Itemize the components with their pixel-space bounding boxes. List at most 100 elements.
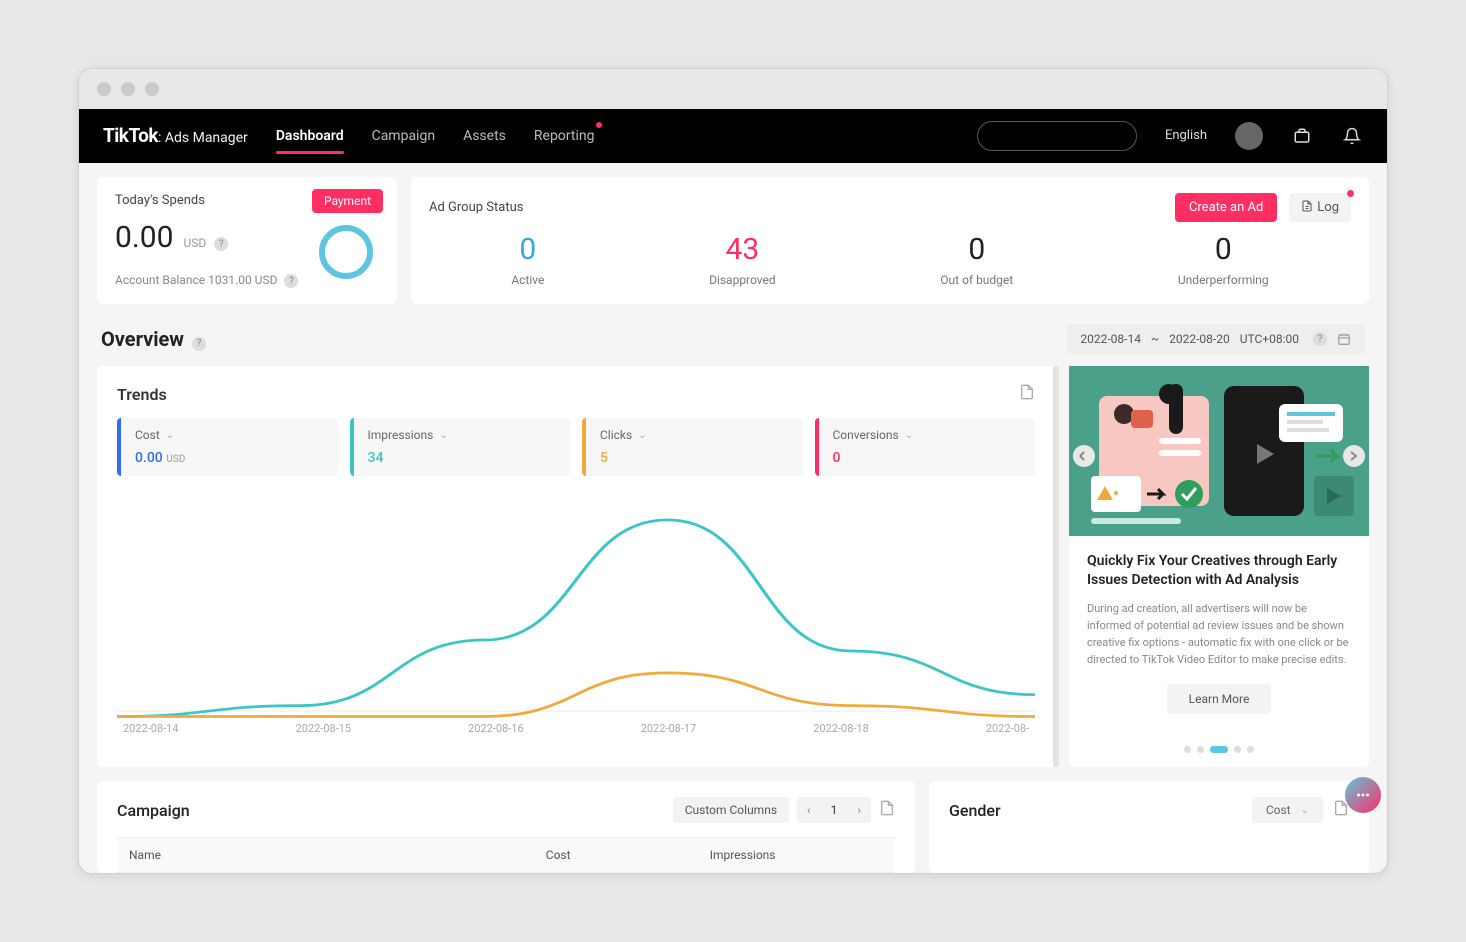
gender-card: Gender Cost ⌄ [929,781,1369,873]
pager: ‹ 1 › [797,797,871,823]
nav-campaign[interactable]: Campaign [372,112,435,160]
status-item[interactable]: 0 Underperforming [1178,232,1269,287]
trend-metric[interactable]: Conversions ⌄0 [815,418,1036,476]
overview-title: Overview [101,327,184,351]
date-sep: ~ [1151,332,1159,346]
trend-metric[interactable]: Impressions ⌄34 [350,418,571,476]
search-input[interactable] [977,121,1137,151]
metric-value: 0.00 USD [135,450,324,466]
bell-icon[interactable] [1341,125,1363,147]
chevron-down-icon: ⌄ [166,430,174,441]
status-number: 0 [511,232,544,267]
help-icon[interactable]: ? [192,337,206,351]
trend-metric[interactable]: Clicks ⌄ 5 [582,418,803,476]
help-icon: ? [1313,332,1327,346]
calendar-icon [1337,332,1351,346]
metric-value: 0 [833,450,1022,466]
col-cost: Cost [419,838,582,872]
promo-title: Quickly Fix Your Creatives through Early… [1087,552,1351,590]
status-item[interactable]: 43Disapproved [709,232,776,287]
nav-reporting-label: Reporting [534,128,595,144]
status-number: 0 [1178,232,1269,267]
metric-value: 34 [368,450,557,466]
promo-card: Quickly Fix Your Creatives through Early… [1069,366,1369,767]
scrollbar[interactable] [1053,366,1059,767]
create-ad-button[interactable]: Create an Ad [1175,193,1277,222]
date-to: 2022-08-20 [1169,332,1230,346]
window-min-dot[interactable] [121,82,135,96]
trend-metric[interactable]: Cost ⌄0.00 USD [117,418,338,476]
window-close-dot[interactable] [97,82,111,96]
help-icon[interactable]: ? [284,274,298,288]
trends-title: Trends [117,385,167,404]
gender-metric-select[interactable]: Cost ⌄ [1252,797,1323,823]
trends-chart [117,492,1035,722]
status-item[interactable]: 0 Active [511,232,544,287]
brand: TikTok: Ads Manager [103,124,248,147]
nav-dashboard[interactable]: Dashboard [276,112,344,160]
custom-columns-button[interactable]: Custom Columns [673,797,789,823]
gender-metric-label: Cost [1266,803,1291,817]
status-label: Underperforming [1178,273,1269,287]
language-select[interactable]: English [1165,128,1207,143]
spend-value: 0.00 [115,220,174,255]
help-icon[interactable]: ? [214,237,228,251]
xaxis-tick: 2022-08- [986,722,1029,735]
campaign-title: Campaign [117,801,190,820]
notification-dot-icon [1347,190,1354,197]
page-next-button[interactable]: › [847,797,871,823]
chevron-down-icon: ⌄ [1301,805,1309,816]
xaxis-tick: 2022-08-14 [123,722,179,735]
log-button[interactable]: Log [1289,193,1351,222]
chat-help-button[interactable] [1345,777,1381,813]
spend-ring-chart [319,225,373,279]
col-name: Name [117,838,419,872]
balance-text: Account Balance 1031.00 USD [115,273,277,287]
col-impressions: Impressions [583,838,788,872]
campaign-table-header: Name Cost Impressions [117,837,895,873]
gender-title: Gender [949,801,1001,820]
date-range-picker[interactable]: 2022-08-14 ~ 2022-08-20 UTC+08:00 ? [1066,324,1365,354]
xaxis-tick: 2022-08-15 [296,722,352,735]
carousel-dots[interactable] [1069,738,1369,767]
todays-spend-card: Today's Spends Payment 0.00 USD ? Accoun… [97,177,397,305]
avatar[interactable] [1235,122,1263,150]
trends-card: Trends Cost ⌄0.00 USDImpressions ⌄34Clic… [97,366,1055,767]
chevron-down-icon: ⌄ [638,430,646,441]
metric-label: Clicks ⌄ [600,428,789,442]
status-label: Out of budget [940,273,1013,287]
export-icon[interactable] [879,800,895,820]
xaxis-tick: 2022-08-16 [468,722,524,735]
briefcase-icon[interactable] [1291,125,1313,147]
export-icon[interactable] [1019,384,1035,404]
payment-button[interactable]: Payment [312,189,383,213]
date-tz: UTC+08:00 [1240,332,1299,346]
chevron-down-icon: ⌄ [905,430,913,441]
log-label: Log [1317,200,1339,215]
app-window: TikTok: Ads Manager Dashboard Campaign A… [78,68,1388,874]
status-label: Disapproved [709,273,776,287]
top-nav: TikTok: Ads Manager Dashboard Campaign A… [79,109,1387,163]
brand-sub: : Ads Manager [158,130,248,146]
status-item[interactable]: 0 Out of budget [940,232,1013,287]
promo-desc: During ad creation, all advertisers will… [1087,600,1351,668]
status-label: Active [511,273,544,287]
promo-illustration [1069,366,1369,536]
ad-group-status-card: Ad Group Status Create an Ad Log 0 Active… [411,177,1369,305]
chevron-down-icon: ⌄ [439,430,447,441]
window-max-dot[interactable] [145,82,159,96]
metric-value: 5 [600,450,789,466]
overview-heading: Overview ? [101,327,206,351]
learn-more-button[interactable]: Learn More [1167,684,1272,714]
page-prev-button[interactable]: ‹ [797,797,821,823]
spend-currency: USD [183,236,206,250]
nav-assets[interactable]: Assets [463,112,506,160]
page-number: 1 [821,797,848,823]
xaxis-tick: 2022-08-18 [813,722,869,735]
xaxis-tick: 2022-08-17 [641,722,697,735]
status-title: Ad Group Status [429,200,523,215]
notification-dot-icon [596,122,602,128]
nav-reporting[interactable]: Reporting [534,112,595,160]
brand-name: TikTok [103,124,158,147]
status-number: 0 [940,232,1013,267]
